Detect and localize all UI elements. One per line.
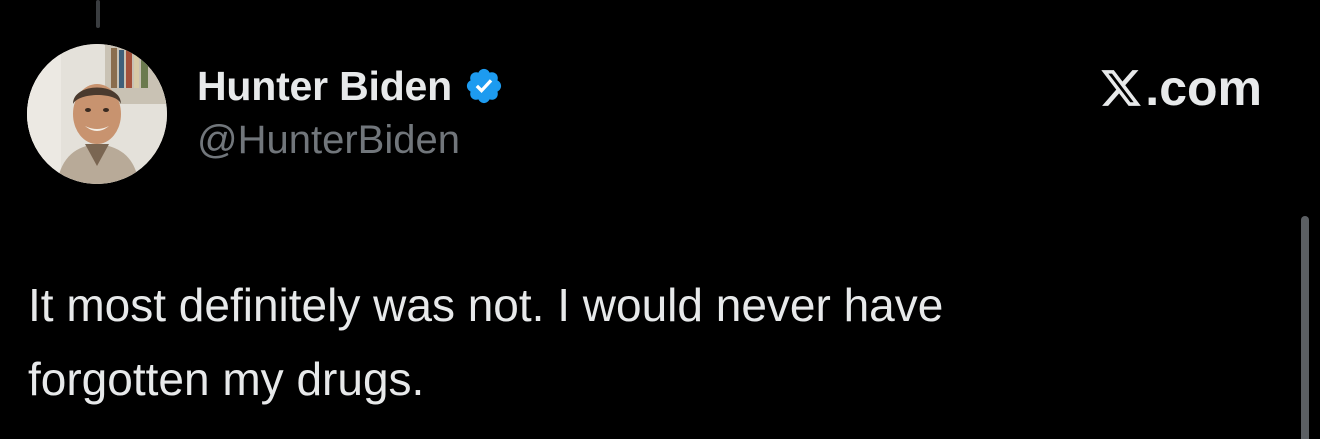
x-logo-icon (1101, 70, 1142, 106)
avatar-photo (27, 44, 167, 184)
author-name-row: Hunter Biden (197, 56, 504, 116)
brand-domain-text: .com (1145, 60, 1262, 116)
verified-check-icon (466, 68, 502, 104)
tweet-text-line: forgotten my drugs. (28, 353, 425, 405)
author-handle[interactable]: @HunterBiden (197, 118, 460, 163)
avatar[interactable] (27, 44, 167, 184)
tweet-body: It most definitely was not. I would neve… (28, 268, 1228, 416)
brand-watermark: .com (1099, 60, 1262, 116)
thread-connector-line (96, 0, 100, 28)
author-display-name[interactable]: Hunter Biden (197, 63, 452, 110)
scrollbar[interactable] (1301, 216, 1309, 439)
tweet-text-line: It most definitely was not. I would neve… (28, 279, 944, 331)
